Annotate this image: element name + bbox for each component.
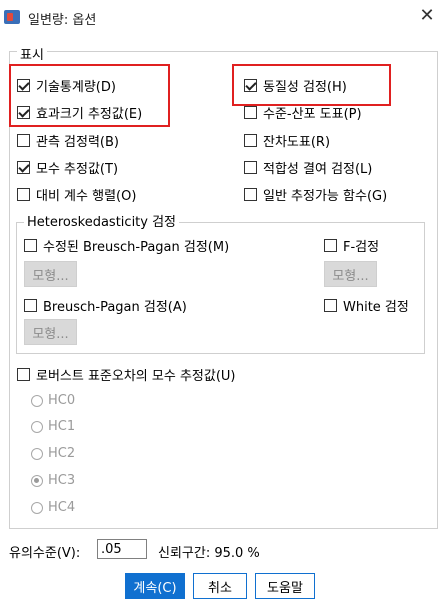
breusch-pagan-label: Breusch-Pagan 검정(A) [43,300,187,315]
hc3-option[interactable]: HC3 [31,473,75,488]
hc2-option[interactable]: HC2 [31,446,75,461]
hc3-radio[interactable] [31,474,43,487]
model-button-3[interactable]: 모형... [24,319,77,345]
f-test-checkbox[interactable] [324,239,337,252]
breusch-pagan-option[interactable]: Breusch-Pagan 검정(A) [24,296,187,315]
spread-level-plot-checkbox[interactable] [244,106,257,119]
robust-se-checkbox[interactable] [17,368,30,381]
modified-breusch-pagan-label: 수정된 Breusch-Pagan 검정(M) [43,240,230,255]
cancel-button[interactable]: 취소 [193,573,247,599]
white-test-checkbox[interactable] [324,299,337,312]
close-icon[interactable]: ✕ [418,5,436,26]
lack-of-fit-option[interactable]: 적합성 결여 검정(L) [244,158,372,177]
white-test-label: White 검정 [343,300,409,315]
hc1-option[interactable]: HC1 [31,419,75,434]
parameter-estimates-option[interactable]: 모수 추정값(T) [17,158,118,177]
white-test-option[interactable]: White 검정 [324,296,409,315]
help-button[interactable]: 도움말 [255,573,315,599]
observed-power-checkbox[interactable] [17,134,30,147]
residual-plot-label: 잔차도표(R) [263,135,331,150]
contrast-matrix-option[interactable]: 대비 계수 행렬(O) [17,185,136,204]
observed-power-label: 관측 검정력(B) [36,135,119,150]
hc4-option[interactable]: HC4 [31,500,75,515]
observed-power-option[interactable]: 관측 검정력(B) [17,131,119,150]
general-estimable-function-checkbox[interactable] [244,188,257,201]
residual-plot-option[interactable]: 잔차도표(R) [244,131,330,150]
hc4-radio[interactable] [31,501,43,514]
heteroskedasticity-legend: Heteroskedasticity 검정 [24,211,180,230]
hc2-label: HC2 [48,446,76,461]
modified-breusch-pagan-checkbox[interactable] [24,239,37,252]
robust-se-label: 로버스트 표준오차의 모수 추정값(U) [36,369,236,384]
breusch-pagan-checkbox[interactable] [24,299,37,312]
lack-of-fit-label: 적합성 결여 검정(L) [263,162,373,177]
lack-of-fit-checkbox[interactable] [244,161,257,174]
highlight-box-left [9,64,170,127]
highlight-box-right [232,64,391,106]
hc2-radio[interactable] [31,447,43,460]
contrast-matrix-label: 대비 계수 행렬(O) [36,189,137,204]
app-icon [4,10,20,24]
hc4-label: HC4 [48,500,76,515]
parameter-estimates-checkbox[interactable] [17,161,30,174]
f-test-option[interactable]: F-검정 [324,236,379,255]
model-button-2[interactable]: 모형... [324,261,377,287]
robust-se-option[interactable]: 로버스트 표준오차의 모수 추정값(U) [17,365,236,384]
display-legend: 표시 [17,44,47,63]
hc1-radio[interactable] [31,420,43,433]
parameter-estimates-label: 모수 추정값(T) [36,162,119,177]
hc1-label: HC1 [48,419,76,434]
hc0-label: HC0 [48,393,76,408]
general-estimable-function-label: 일반 추정가능 함수(G) [263,189,388,204]
modified-breusch-pagan-option[interactable]: 수정된 Breusch-Pagan 검정(M) [24,236,229,255]
general-estimable-function-option[interactable]: 일반 추정가능 함수(G) [244,185,387,204]
contrast-matrix-checkbox[interactable] [17,188,30,201]
confidence-interval-label: 신뢰구간: 95.0 % [158,546,260,561]
hc0-radio[interactable] [31,394,43,407]
hc3-label: HC3 [48,473,76,488]
model-button-1[interactable]: 모형... [24,261,77,287]
window-title: 일변량: 옵션 [28,13,97,28]
hc0-option[interactable]: HC0 [31,393,75,408]
continue-button[interactable]: 계속(C) [125,573,185,599]
significance-input[interactable] [97,539,147,559]
f-test-label: F-검정 [343,240,380,255]
residual-plot-checkbox[interactable] [244,134,257,147]
significance-label: 유의수준(V): [9,546,81,561]
